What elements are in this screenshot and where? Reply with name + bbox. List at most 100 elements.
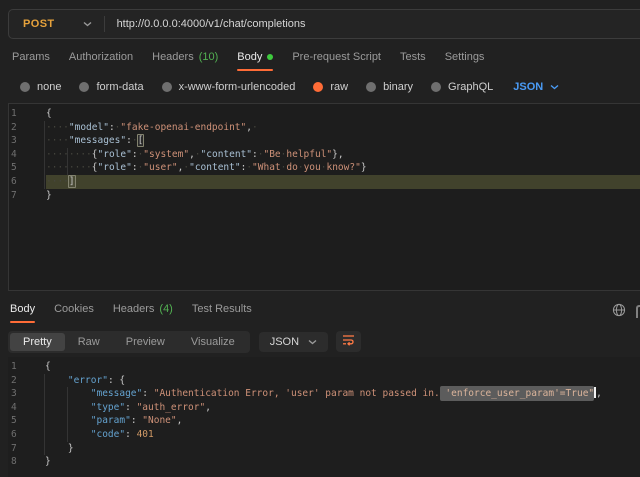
radio-raw[interactable]: raw bbox=[313, 81, 348, 93]
code-line: 1{ bbox=[8, 360, 640, 374]
tab-params[interactable]: Params bbox=[12, 48, 50, 71]
code-token: [ bbox=[137, 134, 145, 147]
indent-guide bbox=[44, 374, 45, 456]
line-number: 1 bbox=[9, 107, 46, 121]
line-number: 2 bbox=[8, 374, 45, 388]
radio-icon-selected bbox=[313, 82, 323, 92]
line-number: 7 bbox=[8, 442, 45, 456]
code-line: 8} bbox=[8, 455, 640, 469]
radio-x-www-form-urlencoded[interactable]: x-www-form-urlencoded bbox=[162, 81, 296, 93]
url-input[interactable]: http://0.0.0.0:4000/v1/chat/completions bbox=[105, 18, 306, 30]
line-number: 6 bbox=[8, 428, 45, 442]
radio-icon bbox=[79, 82, 89, 92]
radio-form-data[interactable]: form-data bbox=[79, 81, 143, 93]
radio-none[interactable]: none bbox=[20, 81, 61, 93]
tab-tests[interactable]: Tests bbox=[400, 48, 426, 71]
chevron-down-icon bbox=[308, 336, 317, 348]
request-tabs: Params Authorization Headers(10) Body Pr… bbox=[12, 48, 640, 74]
code-token: ···· bbox=[46, 122, 69, 133]
code-token: } bbox=[45, 443, 74, 454]
indent-guide bbox=[67, 387, 68, 441]
code-token: "messages" bbox=[69, 135, 126, 146]
code-token: "role" bbox=[98, 162, 132, 173]
wrap-text-button[interactable] bbox=[336, 331, 361, 352]
code-token: "None" bbox=[142, 415, 176, 426]
tab-test-results[interactable]: Test Results bbox=[192, 300, 252, 323]
code-token: "user" bbox=[143, 162, 177, 173]
code-token: "content" bbox=[189, 162, 240, 173]
method-dropdown[interactable]: POST bbox=[9, 18, 104, 30]
code-line: 6 "code": 401 bbox=[8, 428, 640, 442]
tab-authorization[interactable]: Authorization bbox=[69, 48, 133, 71]
code-line: 3····"messages":·[ bbox=[9, 134, 640, 148]
radio-icon bbox=[162, 82, 172, 92]
chevron-down-icon bbox=[550, 81, 559, 93]
code-token: "What bbox=[252, 162, 281, 173]
code-token: "code" bbox=[91, 429, 125, 440]
code-token: helpful" bbox=[286, 149, 332, 160]
code-token: "system" bbox=[143, 149, 189, 160]
radio-binary[interactable]: binary bbox=[366, 81, 413, 93]
code-token: , bbox=[205, 402, 211, 413]
indent-guide bbox=[44, 121, 45, 189]
code-token: } bbox=[45, 456, 51, 467]
line-number: 5 bbox=[9, 161, 46, 175]
line-number: 7 bbox=[9, 189, 46, 203]
code-token: { bbox=[46, 108, 52, 119]
line-number: 4 bbox=[9, 148, 46, 162]
response-language-dropdown[interactable]: JSON bbox=[259, 332, 328, 352]
request-language-dropdown[interactable]: JSON bbox=[513, 81, 559, 93]
line-number: 1 bbox=[8, 360, 45, 374]
radio-icon bbox=[20, 82, 30, 92]
code-line: 7 } bbox=[8, 442, 640, 456]
code-token: }, bbox=[332, 149, 343, 160]
code-token: ········ bbox=[46, 149, 92, 160]
code-token: { bbox=[45, 361, 51, 372]
code-line: 7} bbox=[9, 189, 640, 203]
line-number: 5 bbox=[8, 414, 45, 428]
code-token: know?" bbox=[326, 162, 360, 173]
wrap-text-icon bbox=[342, 333, 355, 351]
view-pretty[interactable]: Pretty bbox=[10, 333, 65, 351]
line-number: 8 bbox=[8, 455, 45, 469]
method-label: POST bbox=[23, 18, 55, 30]
view-visualize[interactable]: Visualize bbox=[178, 333, 248, 351]
code-token: } bbox=[361, 162, 367, 173]
code-token: 401 bbox=[137, 429, 154, 440]
code-token: "role" bbox=[98, 149, 132, 160]
globe-icon[interactable] bbox=[612, 303, 626, 317]
tab-pre-request-script[interactable]: Pre-request Script bbox=[292, 48, 381, 71]
url-bar: POST http://0.0.0.0:4000/v1/chat/complet… bbox=[8, 9, 640, 39]
code-line: 2 "error": { bbox=[8, 374, 640, 388]
tab-response-body[interactable]: Body bbox=[10, 300, 35, 323]
line-number: 3 bbox=[9, 134, 46, 148]
tab-body[interactable]: Body bbox=[237, 48, 273, 71]
body-mode-row: none form-data x-www-form-urlencoded raw… bbox=[20, 77, 559, 97]
tab-response-headers[interactable]: Headers(4) bbox=[113, 300, 173, 323]
tab-settings[interactable]: Settings bbox=[445, 48, 485, 71]
code-token: ···· bbox=[46, 176, 69, 187]
code-token: "type" bbox=[91, 402, 125, 413]
radio-graphql[interactable]: GraphQL bbox=[431, 81, 493, 93]
code-token: "Be bbox=[263, 149, 280, 160]
code-line: 1{ bbox=[9, 107, 640, 121]
line-number: 6 bbox=[9, 175, 46, 189]
code-token: "fake-openai-endpoint" bbox=[120, 122, 246, 133]
code-line: 5 "param": "None", bbox=[8, 414, 640, 428]
view-raw[interactable]: Raw bbox=[65, 333, 113, 351]
code-token: · bbox=[252, 122, 258, 133]
code-token: { bbox=[114, 375, 125, 386]
response-headers-count: (4) bbox=[159, 303, 172, 315]
tab-cookies[interactable]: Cookies bbox=[54, 300, 94, 323]
code-token: ···· bbox=[46, 135, 69, 146]
code-token: } bbox=[46, 190, 52, 201]
tab-headers[interactable]: Headers(10) bbox=[152, 48, 218, 71]
response-tabs: Body Cookies Headers(4) Test Results bbox=[10, 300, 640, 326]
response-body-editor[interactable]: 1{2 "error": {3 "message": "Authenticati… bbox=[8, 357, 640, 477]
request-body-editor[interactable]: 1{2····"model":·"fake-openai-endpoint",·… bbox=[8, 103, 640, 291]
view-preview[interactable]: Preview bbox=[113, 333, 178, 351]
code-line: 4 "type": "auth_error", bbox=[8, 401, 640, 415]
code-line: 6····] bbox=[9, 175, 640, 189]
code-token: ] bbox=[68, 175, 76, 188]
line-number: 3 bbox=[8, 387, 45, 401]
